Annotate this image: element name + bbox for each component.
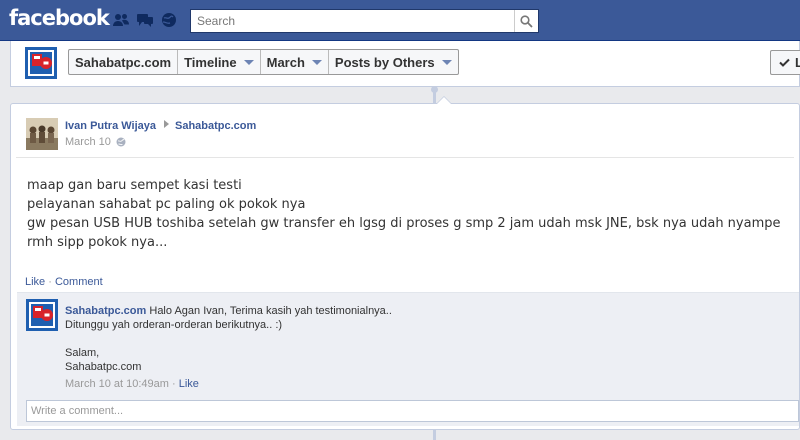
notifications-icon[interactable] bbox=[160, 12, 178, 28]
comment-line: Ditunggu yah orderan-orderan berikutnya.… bbox=[65, 319, 283, 331]
chevron-down-icon bbox=[243, 59, 254, 65]
comment-box bbox=[26, 400, 799, 422]
comment-link[interactable]: Comment bbox=[55, 276, 103, 288]
timeline-label: Timeline bbox=[184, 54, 237, 70]
comment-line: Sahabatpc.com bbox=[65, 361, 142, 373]
month-dropdown[interactable]: March bbox=[261, 50, 329, 74]
comment-body: Sahabatpc.com Halo Agan Ivan, Terima kas… bbox=[65, 304, 785, 374]
write-comment-input[interactable] bbox=[27, 401, 798, 421]
post-message: maap gan baru sempet kasi testi pelayana… bbox=[27, 176, 797, 252]
author-profile-picture[interactable] bbox=[26, 118, 58, 150]
facebook-logo[interactable]: facebook bbox=[9, 6, 110, 30]
timeline-nav-button-group: Sahabatpc.com Timeline March Posts by Ot… bbox=[68, 49, 459, 75]
globe-icon[interactable] bbox=[116, 137, 126, 147]
comment-line bbox=[65, 332, 785, 346]
timeline-dropdown[interactable]: Timeline bbox=[178, 50, 261, 74]
posts-filter-dropdown[interactable]: Posts by Others bbox=[329, 50, 458, 74]
posts-filter-label: Posts by Others bbox=[334, 54, 435, 70]
post-header: Ivan Putra Wijaya Sahabatpc.com bbox=[65, 120, 256, 132]
post-message-line: gw pesan USB HUB toshiba setelah gw tran… bbox=[27, 216, 781, 250]
chevron-down-icon bbox=[441, 59, 452, 65]
like-page-button[interactable]: L bbox=[770, 50, 800, 75]
author-name-link[interactable]: Ivan Putra Wijaya bbox=[65, 120, 156, 132]
post-date-link[interactable]: March 10 bbox=[65, 136, 111, 148]
comment-line: Salam, bbox=[65, 347, 100, 359]
commenter-profile-picture[interactable] bbox=[26, 299, 58, 331]
arrow-right-icon bbox=[164, 120, 169, 128]
comment-timestamp[interactable]: March 10 at 10:49am bbox=[65, 378, 169, 390]
like-page-label: L bbox=[795, 55, 800, 70]
target-page-link[interactable]: Sahabatpc.com bbox=[175, 120, 256, 132]
messages-icon[interactable] bbox=[136, 12, 154, 28]
search-button[interactable] bbox=[514, 10, 538, 32]
timeline-dot bbox=[431, 86, 438, 93]
action-separator: · bbox=[45, 276, 55, 288]
search-box bbox=[190, 9, 539, 33]
month-label: March bbox=[266, 54, 305, 70]
post-message-line: pelayanan sahabat pc paling ok pokok nya bbox=[27, 197, 306, 212]
comment-line: Halo Agan Ivan, Terima kasih yah testimo… bbox=[149, 305, 392, 317]
top-bar: facebook bbox=[0, 0, 800, 41]
like-link[interactable]: Like bbox=[25, 276, 45, 288]
timeline-post: Ivan Putra Wijaya Sahabatpc.com March 10 … bbox=[10, 96, 800, 430]
friend-requests-icon[interactable] bbox=[112, 12, 130, 28]
sahabatpc-profile-picture[interactable] bbox=[25, 47, 57, 79]
timeline-nav-bar: Sahabatpc.com Timeline March Posts by Ot… bbox=[10, 41, 800, 87]
post-meta: March 10 bbox=[65, 136, 126, 148]
commenter-name-link[interactable]: Sahabatpc.com bbox=[65, 305, 146, 317]
divider bbox=[16, 157, 794, 158]
chevron-down-icon bbox=[311, 59, 322, 65]
comments-section: Sahabatpc.com Halo Agan Ivan, Terima kas… bbox=[17, 292, 799, 426]
page-name-button[interactable]: Sahabatpc.com bbox=[69, 50, 179, 74]
search-input[interactable] bbox=[191, 10, 515, 32]
post-actions: Like · Comment bbox=[25, 276, 103, 288]
search-icon bbox=[520, 14, 533, 28]
timeline-spine bbox=[433, 430, 436, 440]
post-message-line: maap gan baru sempet kasi testi bbox=[27, 178, 242, 193]
comment-meta: March 10 at 10:49am · Like bbox=[65, 378, 199, 390]
page-name-label: Sahabatpc.com bbox=[75, 54, 172, 70]
comment-like-link[interactable]: Like bbox=[179, 378, 199, 390]
meta-separator: · bbox=[168, 378, 179, 390]
checkmark-icon bbox=[779, 58, 790, 67]
timeline-pointer-inner bbox=[437, 97, 451, 104]
